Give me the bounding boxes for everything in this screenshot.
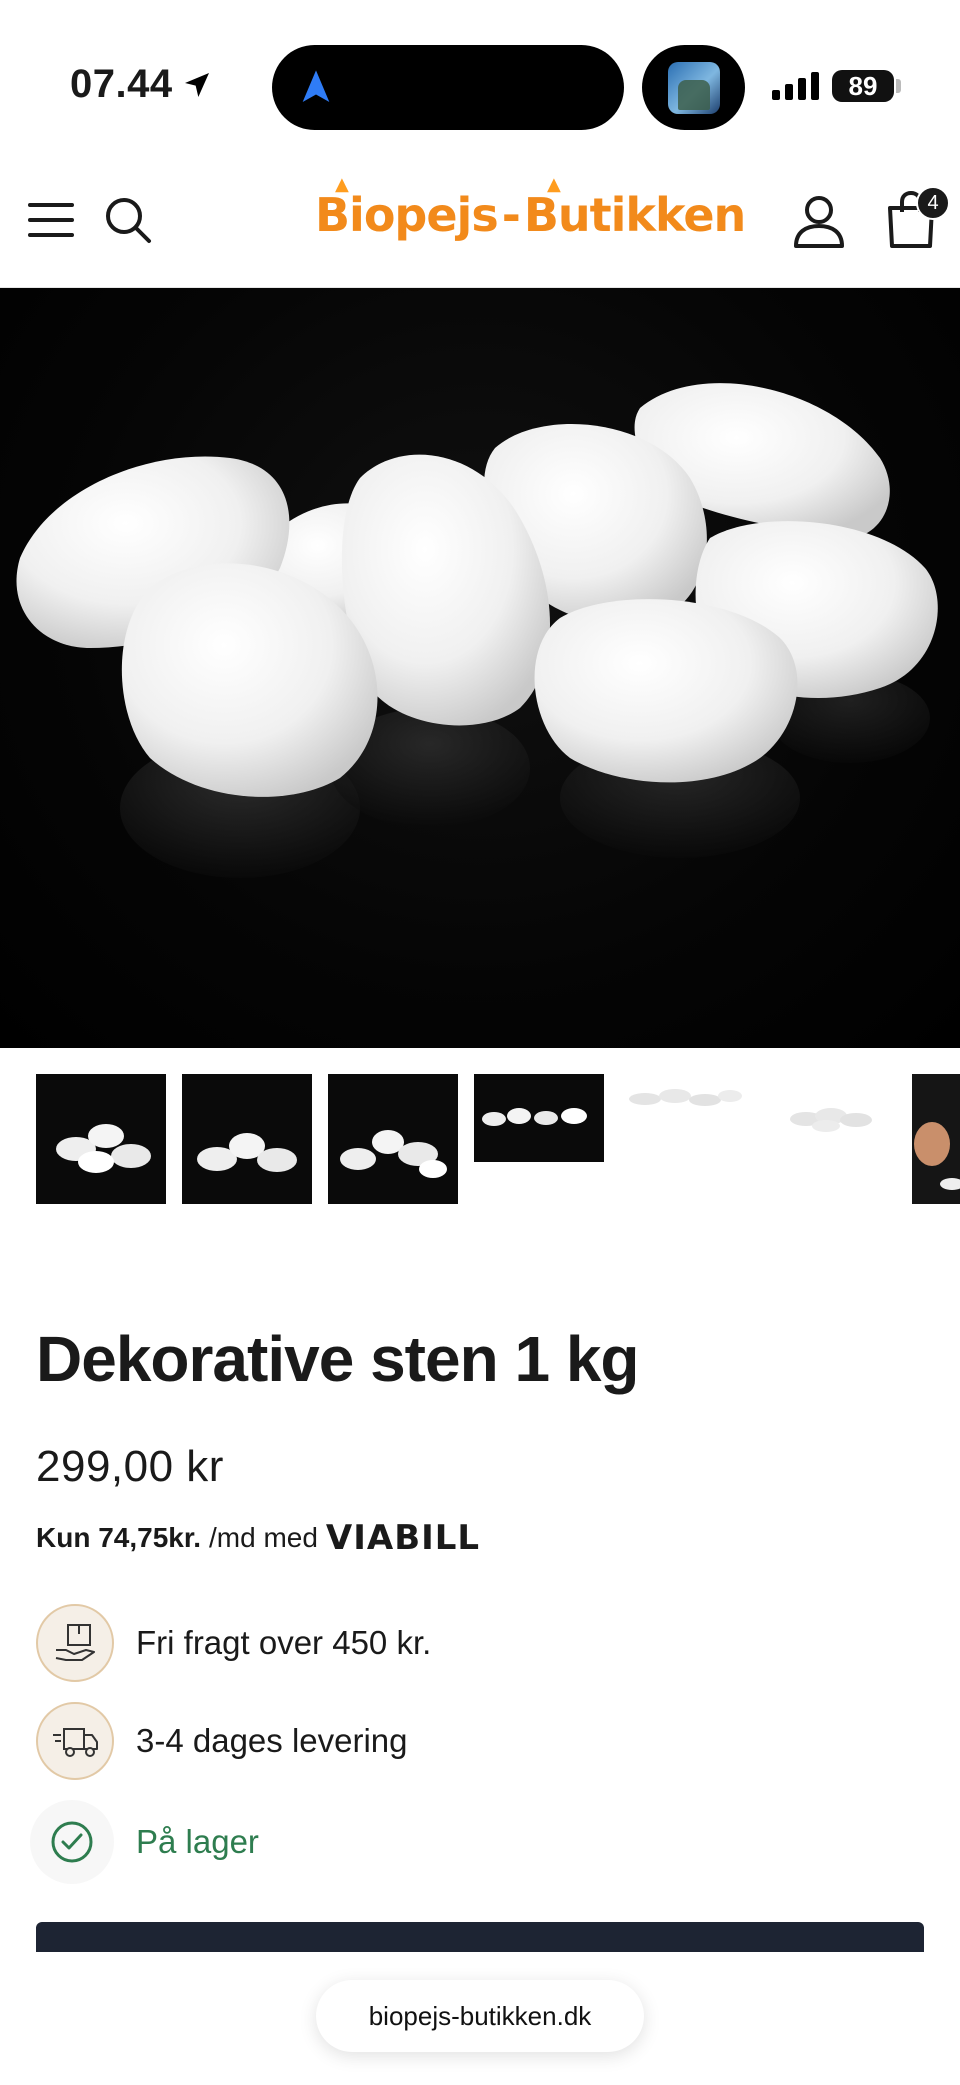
battery-cap: [896, 79, 901, 93]
stock-status-text: På lager: [136, 1823, 259, 1860]
status-bar: 07.44 89: [0, 0, 960, 160]
package-hand-icon: [36, 1604, 114, 1682]
logo-text-left: Biopejs: [315, 188, 499, 242]
thumbnail-3[interactable]: [328, 1074, 458, 1204]
thumbnail-1[interactable]: [36, 1074, 166, 1204]
site-header: ▲ Biopejs-Butikken ▲: [0, 160, 960, 288]
product-title: Dekorative sten 1 kg: [36, 1323, 639, 1395]
battery-icon: 89: [832, 70, 894, 102]
delivery-time-text: 3-4 dages levering: [136, 1722, 408, 1759]
thumbnail-5[interactable]: [620, 1074, 750, 1134]
browser-url-bar[interactable]: biopejs-butikken.dk: [316, 1980, 644, 2052]
delivery-time-row: 3-4 dages levering: [36, 1702, 408, 1780]
status-time-text: 07.44: [70, 62, 173, 106]
menu-icon[interactable]: [28, 200, 74, 240]
installment-text: /md med: [208, 1522, 318, 1553]
location-arrow-icon: [184, 72, 209, 97]
album-art: [668, 62, 720, 114]
viabill-installment[interactable]: Kun 74,75kr. /md med VIABILL: [36, 1518, 480, 1558]
cart-count-badge[interactable]: 4: [916, 186, 950, 220]
viabill-logo: VIABILL: [325, 1518, 481, 1558]
free-shipping-row: Fri fragt over 450 kr.: [36, 1604, 431, 1682]
thumbnail-strip: [36, 1074, 960, 1214]
stock-status-row: På lager: [30, 1800, 259, 1884]
thumbnail-2[interactable]: [182, 1074, 312, 1204]
white-pebbles-photo: [16, 383, 938, 878]
signal-icon: [772, 70, 819, 100]
thumbnail-4[interactable]: [474, 1074, 604, 1162]
check-circle-icon: [30, 1800, 114, 1884]
installment-amount: Kun 74,75kr.: [36, 1522, 201, 1553]
navigation-icon: [302, 70, 330, 102]
browser-url-text: biopejs-butikken.dk: [368, 2000, 592, 2031]
status-time: 07.44: [70, 62, 213, 107]
logo-text-right: Butikken: [523, 188, 746, 242]
site-logo[interactable]: ▲ Biopejs-Butikken ▲: [315, 174, 746, 242]
product-main-image[interactable]: [0, 288, 960, 1048]
thumbnail-6[interactable]: [766, 1074, 896, 1204]
thumbnail-7[interactable]: [912, 1074, 960, 1204]
delivery-truck-icon: [36, 1702, 114, 1780]
product-price: 299,00 kr: [36, 1442, 224, 1491]
account-icon[interactable]: [792, 194, 846, 250]
now-playing-indicator[interactable]: [642, 45, 745, 130]
search-icon[interactable]: [102, 194, 154, 246]
free-shipping-text: Fri fragt over 450 kr.: [136, 1624, 432, 1661]
cart-count: 4: [927, 191, 939, 214]
dynamic-island[interactable]: [272, 45, 624, 130]
battery-level: 89: [848, 70, 878, 101]
logo-dash: -: [501, 188, 521, 242]
add-to-cart-button[interactable]: [36, 1922, 924, 1952]
